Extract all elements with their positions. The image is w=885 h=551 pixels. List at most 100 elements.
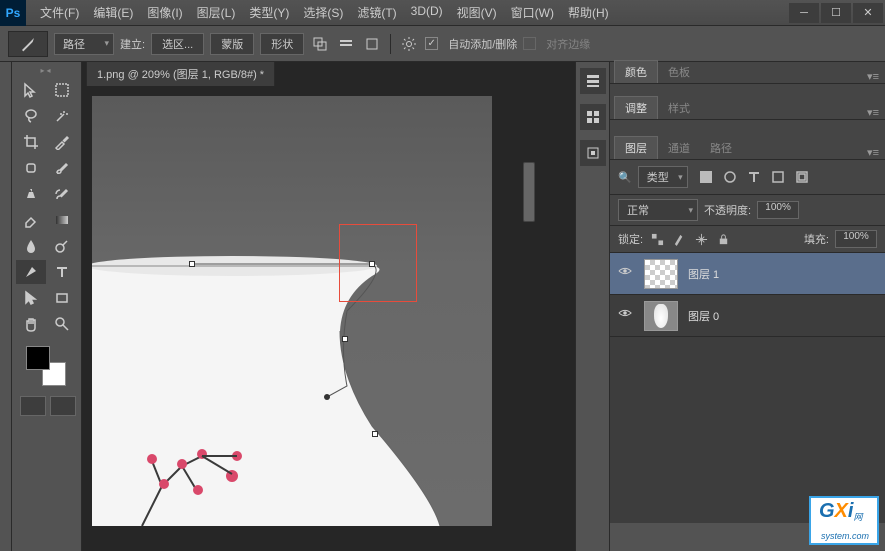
brush-tool[interactable] [48,156,78,180]
eyedropper-tool[interactable] [48,130,78,154]
opacity-input[interactable]: 100% [757,201,799,219]
menu-3d[interactable]: 3D(D) [405,0,449,25]
layer-thumbnail[interactable] [644,259,678,289]
layer-row[interactable]: 图层 0 [610,295,885,337]
menu-help[interactable]: 帮助(H) [562,0,615,25]
make-selection-button[interactable]: 选区... [151,33,204,55]
auto-add-checkbox[interactable]: ✓ [425,37,438,50]
marquee-tool[interactable] [48,78,78,102]
menu-filter[interactable]: 滤镜(T) [351,0,402,25]
tab-channels[interactable]: 通道 [658,137,700,159]
filter-pixel-icon[interactable] [698,169,714,185]
make-shape-button[interactable]: 形状 [260,33,304,55]
document-tab[interactable]: 1.png @ 209% (图层 1, RGB/8#) * [86,61,275,86]
layer-name[interactable]: 图层 1 [688,266,719,282]
anchor-point[interactable] [372,431,378,437]
make-mask-button[interactable]: 蒙版 [210,33,254,55]
crop-tool[interactable] [16,130,46,154]
hand-tool[interactable] [16,312,46,336]
tools-panel: ▸◂ [12,62,82,551]
blend-mode-dropdown[interactable]: 正常 [618,199,698,221]
tab-layers[interactable]: 图层 [614,136,658,159]
history-brush-tool[interactable] [48,182,78,206]
color-swatches[interactable] [26,346,66,386]
filter-adjustment-icon[interactable] [722,169,738,185]
menu-file[interactable]: 文件(F) [34,0,85,25]
maximize-button[interactable]: ☐ [821,3,851,23]
dodge-tool[interactable] [48,234,78,258]
menu-select[interactable]: 选择(S) [297,0,349,25]
panel-grip[interactable]: ▸◂ [16,66,77,76]
panel-menu-icon[interactable]: ▾≡ [861,146,885,159]
eraser-tool[interactable] [16,208,46,232]
gradient-tool[interactable] [48,208,78,232]
blur-tool[interactable] [16,234,46,258]
layers-blend-row: 正常 不透明度: 100% [610,195,885,226]
layers-lock-row: 锁定: 填充: 100% [610,226,885,253]
lasso-tool[interactable] [16,104,46,128]
magic-wand-tool[interactable] [48,104,78,128]
tab-swatches[interactable]: 色板 [658,61,700,83]
gear-icon[interactable] [399,34,419,54]
document-tabs: 1.png @ 209% (图层 1, RGB/8#) * [82,62,575,86]
screen-mode[interactable] [50,396,76,416]
tool-preset-picker[interactable] [8,31,48,57]
minimize-button[interactable]: ─ [789,3,819,23]
path-alignment-icon[interactable] [336,34,356,54]
menu-layer[interactable]: 图层(L) [191,0,242,25]
tab-paths[interactable]: 路径 [700,137,742,159]
quick-mask-mode[interactable] [20,396,46,416]
menu-image[interactable]: 图像(I) [141,0,188,25]
tab-adjustments[interactable]: 调整 [614,96,658,119]
menu-type[interactable]: 类型(Y) [243,0,295,25]
opacity-label: 不透明度: [704,202,751,218]
tab-color[interactable]: 颜色 [614,60,658,83]
filter-smart-icon[interactable] [794,169,810,185]
window-controls: ─ ☐ ✕ [787,3,883,23]
layer-filter-type[interactable]: 类型 [638,166,688,188]
path-arrangement-icon[interactable] [362,34,382,54]
move-tool[interactable] [16,78,46,102]
lock-all-icon[interactable] [715,231,731,247]
align-edges-checkbox[interactable] [523,37,536,50]
history-panel-icon[interactable] [580,68,606,94]
panel-menu-icon[interactable]: ▾≡ [861,70,885,83]
layers-filter-bar: 🔍 类型 [610,160,885,195]
panel-menu-icon[interactable]: ▾≡ [861,106,885,119]
filter-type-icon[interactable] [746,169,762,185]
canvas[interactable] [92,96,492,526]
anchor-point[interactable] [342,336,348,342]
layer-thumbnail[interactable] [644,301,678,331]
visibility-toggle[interactable] [618,264,634,283]
lock-transparency-icon[interactable] [649,231,665,247]
visibility-toggle[interactable] [618,306,634,325]
path-mode-dropdown[interactable]: 路径 [54,33,114,55]
menu-window[interactable]: 窗口(W) [505,0,560,25]
tab-styles[interactable]: 样式 [658,97,700,119]
layer-name[interactable]: 图层 0 [688,308,719,324]
vertical-scrollbar[interactable] [523,162,535,222]
zoom-tool[interactable] [48,312,78,336]
path-selection-tool[interactable] [16,286,46,310]
menu-bar: 文件(F) 编辑(E) 图像(I) 图层(L) 类型(Y) 选择(S) 滤镜(T… [26,0,787,25]
lock-pixels-icon[interactable] [671,231,687,247]
layer-row[interactable]: 图层 1 [610,253,885,295]
lock-position-icon[interactable] [693,231,709,247]
canvas-viewport[interactable] [82,86,575,551]
properties-panel-icon[interactable] [580,104,606,130]
fill-input[interactable]: 100% [835,230,877,248]
rectangle-tool[interactable] [48,286,78,310]
anchor-point[interactable] [189,261,195,267]
healing-brush-tool[interactable] [16,156,46,180]
close-button[interactable]: ✕ [853,3,883,23]
clone-stamp-tool[interactable] [16,182,46,206]
fill-label: 填充: [804,231,829,247]
type-tool[interactable] [48,260,78,284]
foreground-color[interactable] [26,346,50,370]
pen-tool[interactable] [16,260,46,284]
character-panel-icon[interactable] [580,140,606,166]
filter-shape-icon[interactable] [770,169,786,185]
path-operations-icon[interactable] [310,34,330,54]
menu-edit[interactable]: 编辑(E) [87,0,139,25]
menu-view[interactable]: 视图(V) [451,0,503,25]
